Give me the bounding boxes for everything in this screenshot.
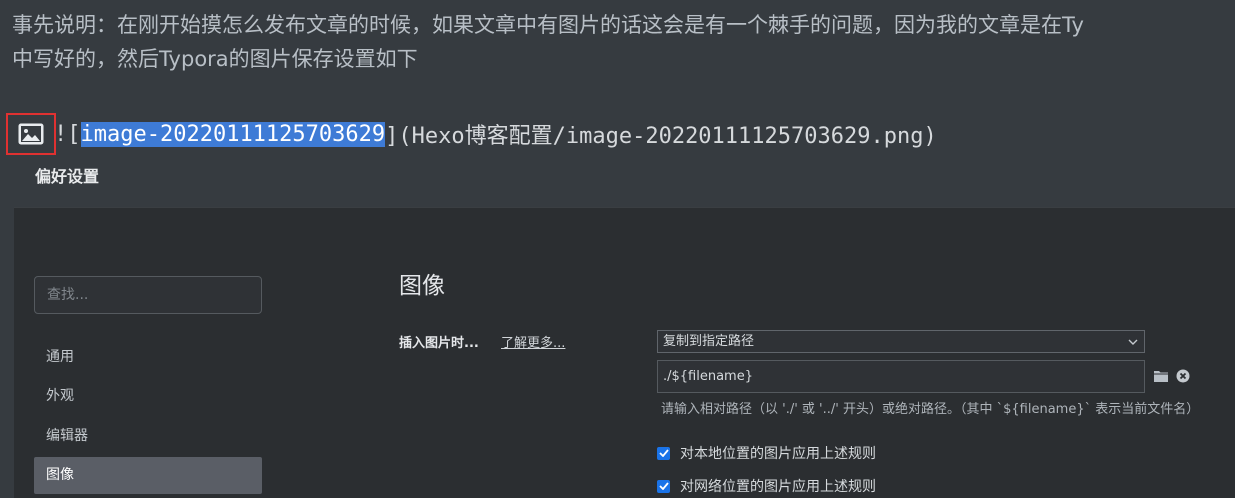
- checkbox-local-label: 对本地位置的图片应用上述规则: [680, 446, 876, 462]
- insert-action-value: 复制到指定路径: [663, 334, 755, 349]
- preferences-search-input[interactable]: 查找...: [34, 276, 262, 314]
- article-line-2: 中写好的，然后Typora的图片保存设置如下: [12, 47, 418, 71]
- insert-image-label: 插入图片时...: [399, 336, 479, 351]
- preferences-window: 查找... 通用 外观 编辑器 图像 图像 插入图片时... 了解更多... 复…: [14, 207, 1235, 498]
- sidebar-item-appearance[interactable]: 外观: [34, 378, 262, 415]
- sidebar-item-editor[interactable]: 编辑器: [34, 418, 262, 455]
- checkbox-local-images[interactable]: [657, 446, 670, 460]
- insert-action-select[interactable]: 复制到指定路径: [657, 330, 1145, 353]
- markdown-alt-text-selected[interactable]: image-20220111125703629: [80, 121, 386, 147]
- checkbox-row-network[interactable]: 对网络位置的图片应用上述规则: [657, 477, 876, 495]
- article-line-1: 事先说明：在刚开始摸怎么发布文章的时候，如果文章中有图片的话这会是有一个棘手的问…: [12, 13, 1084, 37]
- preferences-window-title: 偏好设置: [35, 167, 100, 186]
- checkbox-row-local[interactable]: 对本地位置的图片应用上述规则: [657, 444, 876, 462]
- article-paragraph: 事先说明：在刚开始摸怎么发布文章的时候，如果文章中有图片的话这会是有一个棘手的问…: [12, 8, 1235, 76]
- image-placeholder-icon[interactable]: [6, 113, 56, 155]
- markdown-open-bracket: [: [67, 121, 81, 147]
- section-title: 图像: [399, 273, 445, 299]
- learn-more-link[interactable]: 了解更多...: [501, 332, 565, 351]
- sidebar-item-image[interactable]: 图像: [34, 457, 262, 494]
- markdown-image-source[interactable]: ! [ image-20220111125703629 ](Hexo博客配置/i…: [6, 113, 937, 155]
- image-path-input[interactable]: ./${filename}: [657, 360, 1145, 393]
- markdown-image-path: ](Hexo博客配置/image-20220111125703629.png): [385, 124, 937, 149]
- checkbox-network-images[interactable]: [657, 479, 670, 493]
- sidebar-item-general[interactable]: 通用: [34, 339, 262, 376]
- path-hint-text: 请输入相对路径（以 './' 或 '../' 开头）或绝对路径。（其中 `${f…: [661, 402, 1200, 417]
- checkbox-network-label: 对网络位置的图片应用上述规则: [680, 479, 876, 495]
- folder-icon[interactable]: [1153, 368, 1169, 382]
- chevron-down-icon: [1126, 331, 1140, 352]
- clear-icon[interactable]: [1176, 368, 1190, 383]
